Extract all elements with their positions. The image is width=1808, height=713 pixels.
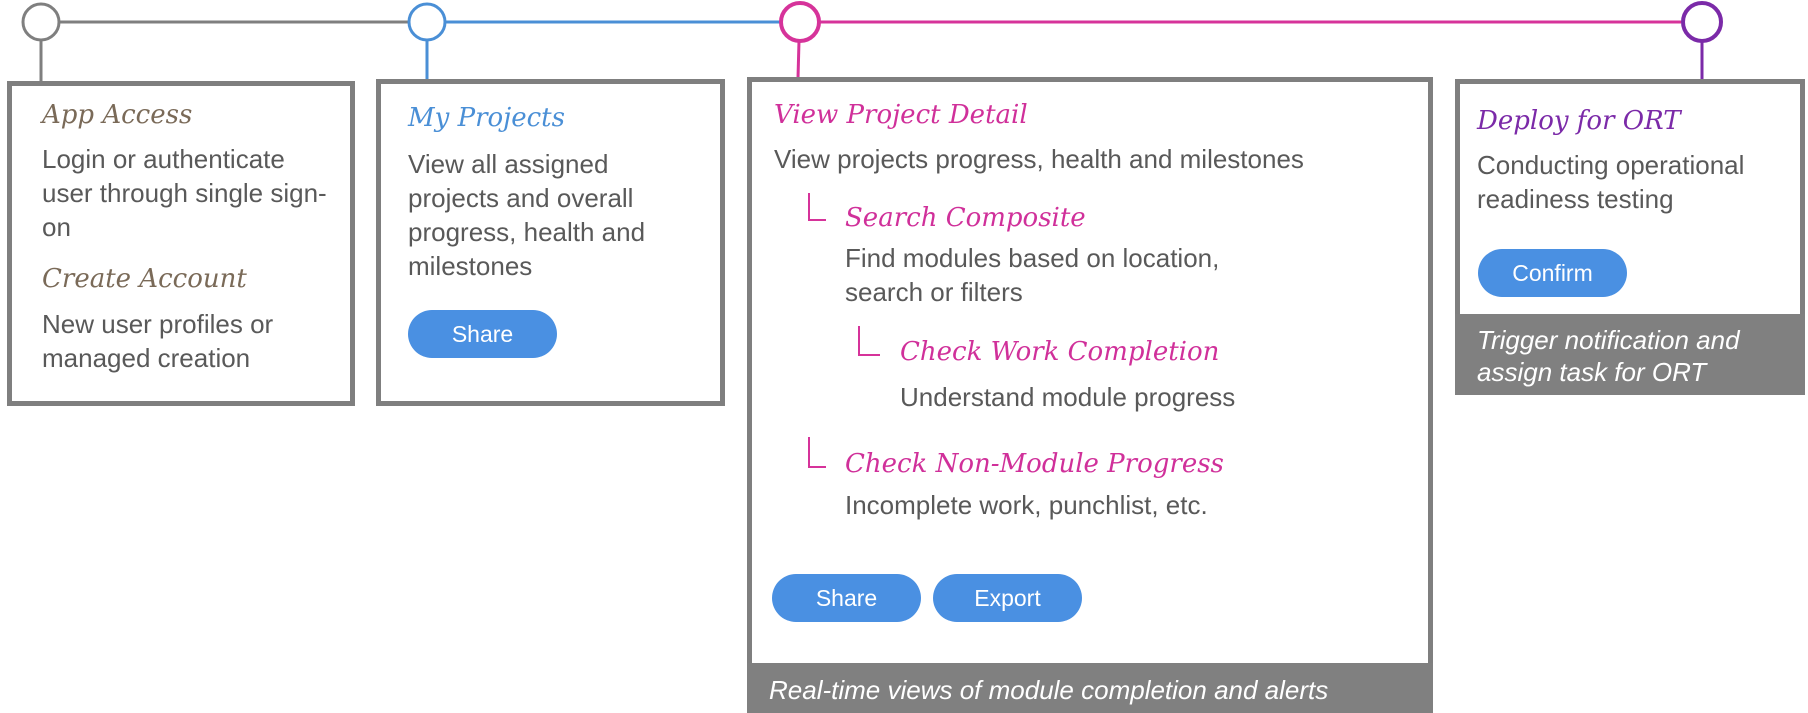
deploy-for-ort-heading: Deploy for ORT — [1477, 106, 1681, 136]
tree-branch-search-composite — [808, 193, 826, 221]
view-project-detail-description: View projects progress, health and miles… — [774, 144, 1304, 174]
confirm-button[interactable]: Confirm — [1478, 249, 1627, 297]
my-projects-share-button[interactable]: Share — [408, 310, 557, 358]
my-projects-heading: My Projects — [408, 103, 565, 133]
check-work-completion-heading: Check Work Completion — [900, 337, 1220, 367]
timeline-node-2 — [407, 2, 447, 42]
check-work-completion-description: Understand module progress — [900, 382, 1236, 412]
timeline-drop-3 — [796, 40, 801, 79]
check-non-module-progress-description: Incomplete work, punchlist, etc. — [845, 490, 1208, 520]
project-detail-export-button[interactable]: Export — [933, 574, 1082, 622]
tree-branch-check-non-module-progress — [808, 437, 826, 468]
project-detail-share-button[interactable]: Share — [772, 574, 921, 622]
app-access-heading: App Access — [42, 100, 193, 130]
create-account-description: New user profiles or managed creation — [42, 309, 274, 373]
search-composite-heading: Search Composite — [845, 203, 1086, 233]
check-non-module-progress-heading: Check Non-Module Progress — [845, 449, 1224, 479]
timeline-node-3 — [779, 1, 821, 43]
my-projects-description: View all assigned projects and overall p… — [408, 149, 646, 281]
timeline-node-4 — [1681, 1, 1723, 43]
project-detail-footer: Real-time views of module completion and… — [747, 663, 1433, 713]
tree-branch-check-work-completion — [858, 326, 880, 356]
create-account-heading: Create Account — [42, 264, 247, 294]
view-project-detail-heading: View Project Detail — [774, 100, 1028, 130]
app-access-description: Login or authenticate user through singl… — [42, 144, 327, 242]
deploy-for-ort-description: Conducting operational readiness testing — [1477, 150, 1745, 214]
timeline-node-1 — [21, 2, 61, 42]
deploy-for-ort-footer: Trigger notification and assign task for… — [1455, 314, 1805, 395]
search-composite-description: Find modules based on location, search o… — [845, 243, 1220, 307]
